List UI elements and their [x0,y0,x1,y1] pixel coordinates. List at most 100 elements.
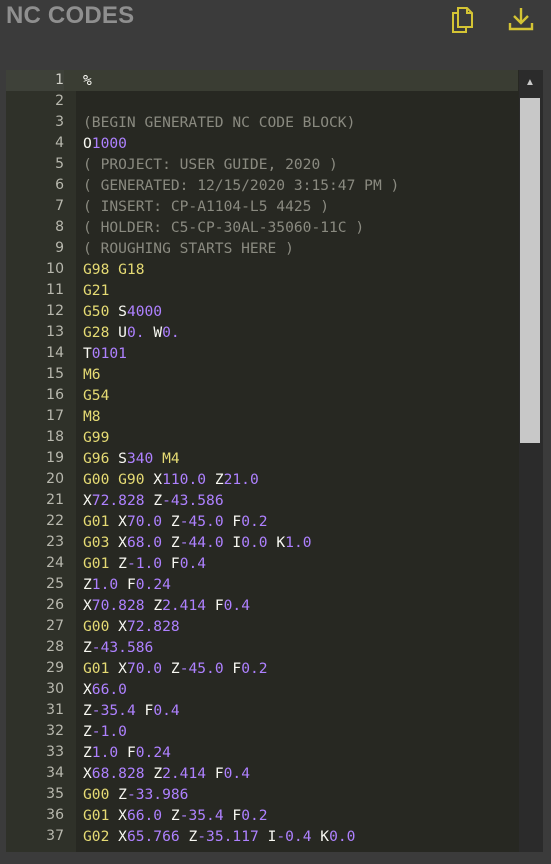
code-text: % [83,70,92,91]
code-line[interactable]: 36 G01 X66.0 Z-35.4 F0.2 [6,805,518,826]
scroll-up-arrow-icon[interactable]: ▲ [520,76,540,90]
code-line[interactable]: 24 G01 Z-1.0 F0.4 [6,553,518,574]
code-text: G96 S340 M4 [83,448,180,469]
download-button[interactable] [506,4,536,34]
code-token: 68.828 [91,765,154,782]
line-number: 5 [55,156,64,172]
line-number: 34 [46,765,64,781]
code-line[interactable]: 25 Z1.0 F0.24 [6,574,518,595]
code-text: G03 X68.0 Z-44.0 I0.0 K1.0 [83,532,312,553]
code-line[interactable]: 13 G28 U0. W0. [6,322,518,343]
code-text: X68.828 Z2.414 F0.4 [83,763,250,784]
code-line[interactable]: 33 Z1.0 F0.24 [6,742,518,763]
code-token: -33.986 [126,786,189,803]
code-token: F [232,807,242,824]
code-token: Z [170,534,180,551]
code-line[interactable]: 2 [6,91,518,112]
code-line[interactable]: 11 G21 [6,280,518,301]
code-token: -35.117 [197,828,268,845]
page-title: NC CODES [6,2,135,29]
code-token: 0. [126,324,154,341]
code-token: G02 [83,828,119,845]
code-line[interactable]: 6 ( GENERATED: 12/15/2020 3:15:47 PM ) [6,175,518,196]
code-token: Z [83,702,92,719]
scrollbar-thumb[interactable] [520,98,540,443]
code-token: K [320,828,330,845]
copy-button[interactable] [447,4,477,34]
line-number: 16 [46,387,64,403]
code-line[interactable]: 26 X70.828 Z2.414 F0.4 [6,595,518,616]
code-token: 4000 [126,303,163,320]
line-number: 36 [46,807,64,823]
line-number: 2 [55,93,64,109]
code-token: X [118,513,127,530]
code-token: 66.0 [91,681,127,698]
code-line[interactable]: 19 G96 S340 M4 [6,448,518,469]
code-line[interactable]: 8 ( HOLDER: C5-CP-30AL-35060-11C ) [6,217,518,238]
code-line[interactable]: 12 G50 S4000 [6,301,518,322]
code-line[interactable]: 3 (BEGIN GENERATED NC CODE BLOCK) [6,112,518,133]
code-line[interactable]: 21 X72.828 Z-43.586 [6,490,518,511]
code-token: Z [83,744,92,761]
code-line[interactable]: 18 G99 [6,427,518,448]
code-text: X70.828 Z2.414 F0.4 [83,595,250,616]
code-token: -43.586 [91,639,154,656]
code-line[interactable]: 27 G00 X72.828 [6,616,518,637]
code-token: -45.0 [179,660,233,677]
code-token: X [118,660,127,677]
code-line[interactable]: 20 G00 G90 X110.0 Z21.0 [6,469,518,490]
code-line[interactable]: 1% [6,70,518,91]
code-token: M4 [162,450,180,467]
code-line[interactable]: 15 M6 [6,364,518,385]
code-text: G00 G90 X110.0 Z21.0 [83,469,259,490]
code-token: -1.0 [91,723,127,740]
code-token: 0.0 [241,534,277,551]
code-token: X [118,618,127,635]
line-number: 19 [46,450,64,466]
code-line[interactable]: 29 G01 X70.0 Z-45.0 F0.2 [6,658,518,679]
code-token: M6 [83,366,101,383]
code-token: F [144,702,154,719]
code-token: 0.4 [179,555,207,572]
code-text: G02 X65.766 Z-35.117 I-0.4 K0.0 [83,826,355,847]
code-text: G21 [83,280,109,301]
code-line[interactable]: 35 G00 Z-33.986 [6,784,518,805]
code-token: 70.0 [126,660,171,677]
code-line[interactable]: 32 Z-1.0 [6,721,518,742]
code-token: Z [188,828,198,845]
code-line[interactable]: 31 Z-35.4 F0.4 [6,700,518,721]
code-line[interactable]: 7 ( INSERT: CP-A1104-L5 4425 ) [6,196,518,217]
nc-code-editor[interactable]: 1% 2 3 (BEGIN GENERATED NC CODE BLOCK) 4 O100… [6,70,543,852]
code-token: 0.0 [329,828,356,845]
code-line[interactable]: 28 Z-43.586 [6,637,518,658]
code-token: -35.4 [91,702,145,719]
code-text: (BEGIN GENERATED NC CODE BLOCK) [83,112,355,133]
code-token: F [214,597,224,614]
code-line[interactable]: 23 G03 X68.0 Z-44.0 I0.0 K1.0 [6,532,518,553]
code-line[interactable]: 14 T0101 [6,343,518,364]
code-line[interactable]: 16 G54 [6,385,518,406]
code-token: M8 [83,408,101,425]
code-token: F [126,744,136,761]
code-token: 0. [162,324,180,341]
code-token: 1000 [91,135,127,152]
code-line[interactable]: 9 ( ROUGHING STARTS HERE ) [6,238,518,259]
line-number: 37 [46,828,64,844]
code-line[interactable]: 17 M8 [6,406,518,427]
code-token: 72.828 [126,618,180,635]
code-token: I [232,534,242,551]
code-line[interactable]: 22 G01 X70.0 Z-45.0 F0.2 [6,511,518,532]
download-icon [508,8,534,31]
code-line[interactable]: 30 X66.0 [6,679,518,700]
code-token: G21 [83,282,110,299]
code-line[interactable]: 10 G98 G18 [6,259,518,280]
code-token: 0.2 [241,807,268,824]
code-token: O [83,135,92,152]
code-line[interactable]: 4 O1000 [6,133,518,154]
code-line[interactable]: 5 ( PROJECT: USER GUIDE, 2020 ) [6,154,518,175]
code-line[interactable]: 37 G02 X65.766 Z-35.117 I-0.4 K0.0 [6,826,518,847]
code-token: F [126,576,136,593]
code-line[interactable]: 34 X68.828 Z2.414 F0.4 [6,763,518,784]
code-token: S [118,303,127,320]
code-text: ( PROJECT: USER GUIDE, 2020 ) [83,154,338,175]
